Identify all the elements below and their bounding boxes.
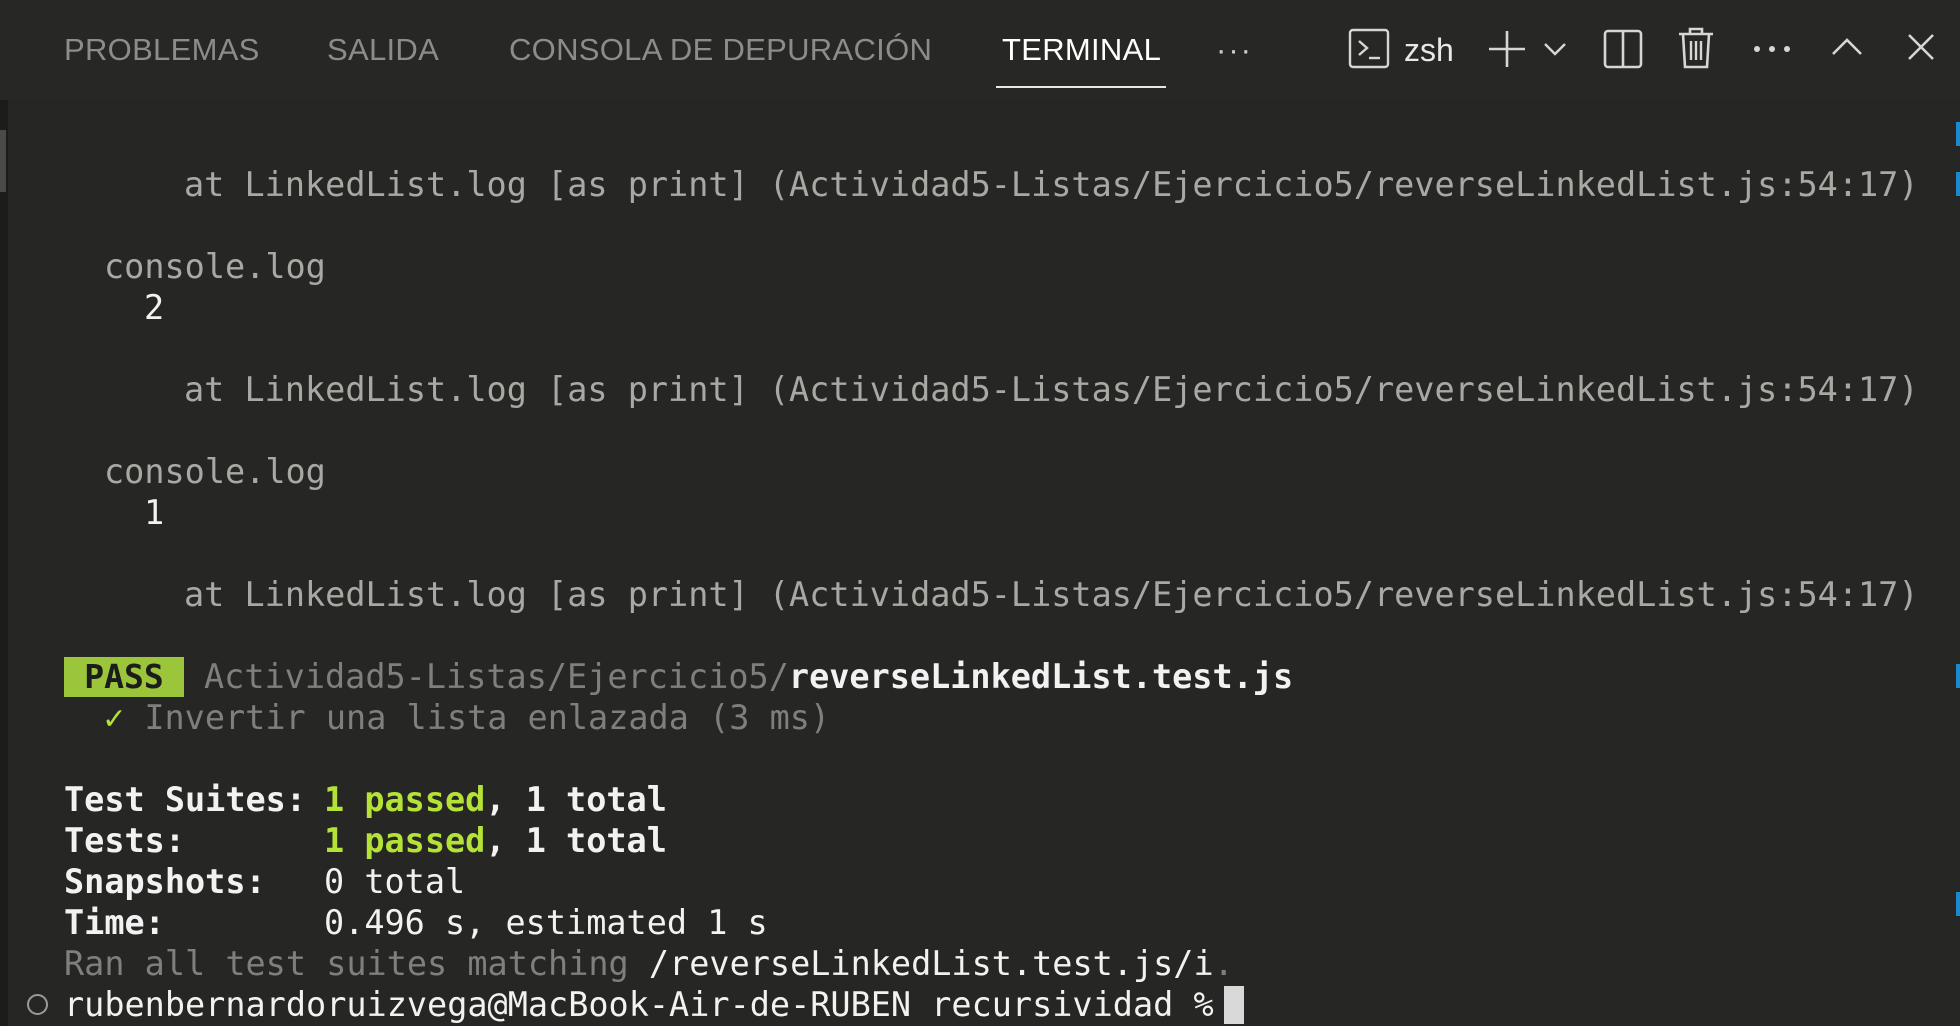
time-label: Time: [64,903,165,942]
test-path-prefix: Actividad5-Listas/Ejercicio5/ [204,657,789,696]
test-result-line: ✓ Invertir una lista enlazada (3 ms) [104,698,830,738]
check-icon: ✓ [104,698,125,737]
tests-label: Tests: [64,821,186,860]
suites-label: Test Suites: [64,780,307,819]
tests-summary: 1 passed, 1 total [324,821,667,861]
ran-pattern: /reverseLinkedList.test.js/i [648,944,1214,983]
suites-summary: 1 passed, 1 total [324,780,667,820]
stack-trace-line: at LinkedList.log [as print] (Actividad5… [184,575,1919,614]
time-value: 0.496 s, estimated 1 s [324,903,768,942]
ran-tests-line: Ran all test suites matching /reverseLin… [64,944,1234,984]
console-log-label: console.log [104,452,326,491]
ran-suffix: . [1213,944,1234,983]
terminal-cursor [1224,986,1244,1024]
test-file-path: Actividad5-Listas/Ejercicio5/reverseLink… [204,657,1293,697]
shell-prompt[interactable]: rubenbernardoruizvega@MacBook-Air-de-RUB… [64,985,1234,1025]
console-log-label: console.log [104,247,326,286]
test-name: Invertir una lista enlazada (3 ms) [144,698,831,737]
test-file-name: reverseLinkedList.test.js [788,657,1294,696]
suites-passed: 1 passed [324,780,486,819]
terminal-output[interactable]: at LinkedList.log [as print] (Actividad5… [0,0,1960,1026]
suites-total: , 1 total [485,780,667,819]
stack-trace-line: at LinkedList.log [as print] (Actividad5… [184,370,1919,409]
console-log-value: 2 [144,288,165,327]
prompt-status-icon [27,994,48,1015]
ran-prefix: Ran all test suites matching [64,944,649,983]
snapshots-label: Snapshots: [64,862,266,901]
stack-trace-line: at LinkedList.log [as print] (Actividad5… [184,165,1919,204]
tests-passed: 1 passed [324,821,486,860]
pass-badge: PASS [64,657,184,697]
tests-total: , 1 total [485,821,667,860]
console-log-value: 1 [144,493,165,532]
snapshots-value: 0 total [324,862,466,901]
